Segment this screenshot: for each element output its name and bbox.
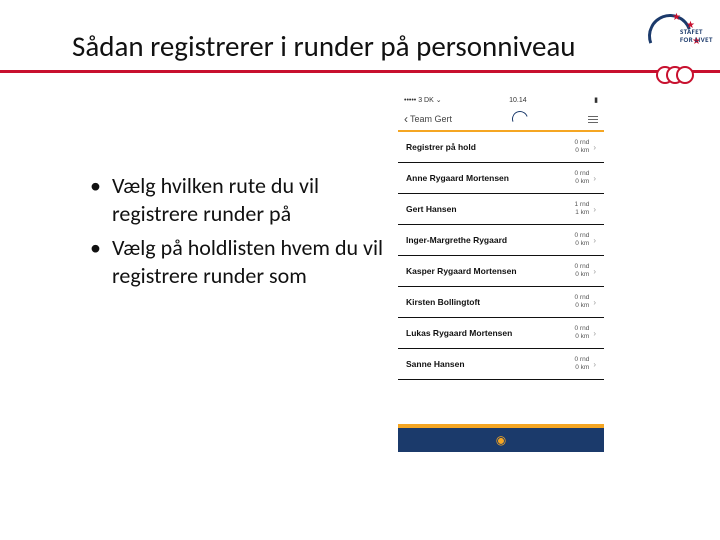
list-item[interactable]: Gert Hansen 1 rnd1 km› xyxy=(398,194,604,225)
chevron-right-icon: › xyxy=(593,143,596,152)
bullet-list: Vælg hvilken rute du vil registrere rund… xyxy=(50,172,400,296)
back-button[interactable]: Team Gert xyxy=(404,112,452,126)
chevron-right-icon: › xyxy=(593,329,596,338)
row-name: Kasper Rygaard Mortensen xyxy=(406,266,517,276)
status-right: ▮ xyxy=(594,96,598,104)
list-item[interactable]: Registrer på hold 0 rnd0 km› xyxy=(398,132,604,163)
phone-screenshot: ••••• 3 DK ⌄ 10.14 ▮ Team Gert Registrer… xyxy=(398,92,604,452)
status-bar: ••••• 3 DK ⌄ 10.14 ▮ xyxy=(398,92,604,108)
status-time: 10.14 xyxy=(509,97,527,104)
title-underline xyxy=(0,70,720,73)
tab-bar[interactable]: ◉ xyxy=(398,428,604,452)
list-item[interactable]: Lukas Rygaard Mortensen 0 rnd0 km› xyxy=(398,318,604,349)
stafet-for-livet-logo: ★ ★ ★ STAFET FOR LIVET xyxy=(626,8,708,86)
list-item[interactable]: Kirsten Bollingtoft 0 rnd0 km› xyxy=(398,287,604,318)
list-item[interactable]: Sanne Hansen 0 rnd0 km› xyxy=(398,349,604,380)
list-item[interactable]: Inger-Margrethe Rygaard 0 rnd0 km› xyxy=(398,225,604,256)
list-item: Vælg på holdlisten hvem du vil registrer… xyxy=(90,234,400,290)
row-name: Kirsten Bollingtoft xyxy=(406,297,480,307)
row-name: Registrer på hold xyxy=(406,142,476,152)
row-name: Inger-Margrethe Rygaard xyxy=(406,235,507,245)
row-name: Gert Hansen xyxy=(406,204,457,214)
list-item: Vælg hvilken rute du vil registrere rund… xyxy=(90,172,400,228)
nav-bar: Team Gert xyxy=(398,108,604,130)
slide: Sådan registrerer i runder på personnive… xyxy=(0,0,720,540)
list-item[interactable]: Anne Rygaard Mortensen 0 rnd0 km› xyxy=(398,163,604,194)
chevron-right-icon: › xyxy=(593,298,596,307)
tab-center-icon: ◉ xyxy=(496,433,506,447)
chevron-right-icon: › xyxy=(593,267,596,276)
page-title: Sådan registrerer i runder på personnive… xyxy=(72,28,576,64)
row-name: Anne Rygaard Mortensen xyxy=(406,173,509,183)
status-left: ••••• 3 DK ⌄ xyxy=(404,96,442,104)
chevron-right-icon: › xyxy=(593,236,596,245)
row-name: Lukas Rygaard Mortensen xyxy=(406,328,512,338)
row-name: Sanne Hansen xyxy=(406,359,465,369)
app-logo-icon xyxy=(509,108,530,129)
team-list: Registrer på hold 0 rnd0 km› Anne Rygaar… xyxy=(398,132,604,380)
hamburger-icon[interactable] xyxy=(588,116,598,123)
chevron-right-icon: › xyxy=(593,174,596,183)
rings-icon xyxy=(656,66,706,86)
list-item[interactable]: Kasper Rygaard Mortensen 0 rnd0 km› xyxy=(398,256,604,287)
logo-text: STAFET FOR LIVET xyxy=(680,28,713,44)
phone-bottom: ◉ xyxy=(398,424,604,452)
star-icon: ★ xyxy=(672,12,681,22)
chevron-right-icon: › xyxy=(593,205,596,214)
chevron-right-icon: › xyxy=(593,360,596,369)
